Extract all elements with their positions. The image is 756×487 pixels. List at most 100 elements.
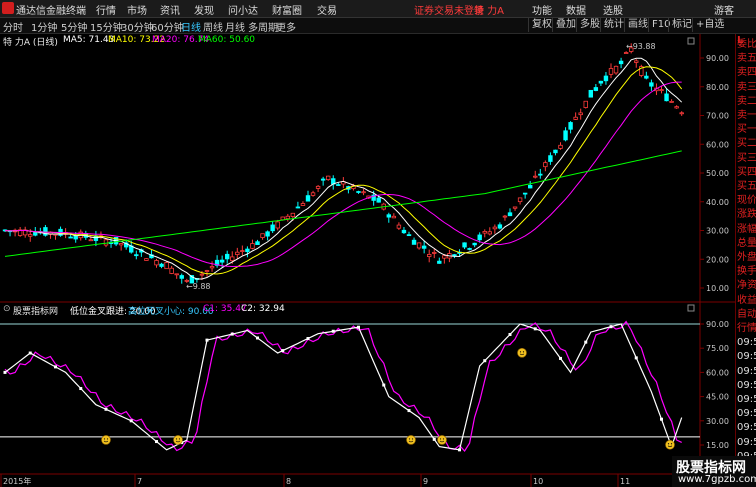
candle-body: [73, 235, 78, 240]
candle-body: [623, 52, 629, 54]
c2-marker: [205, 338, 209, 342]
sidebar-item[interactable]: 09:52: [737, 407, 756, 420]
sidebar-item[interactable]: 行情: [737, 322, 756, 335]
sidebar-item[interactable]: 卖三: [737, 81, 756, 94]
candle-body: [659, 89, 664, 92]
candle-body: [159, 263, 164, 267]
candle-body: [275, 221, 280, 229]
candle-body: [548, 155, 553, 162]
candle-body: [558, 144, 563, 149]
candle-body: [416, 242, 422, 249]
sidebar-item[interactable]: 买三: [737, 152, 756, 165]
sidebar-item[interactable]: 09:51: [737, 350, 756, 363]
candle-body: [260, 233, 265, 238]
candle-body: [679, 112, 684, 115]
candle-body: [103, 239, 109, 246]
smiley-eye: [522, 351, 525, 353]
smiley-eye: [411, 438, 414, 440]
candle-body: [250, 243, 255, 249]
sidebar-item[interactable]: 涨幅: [737, 223, 756, 236]
c2-marker: [357, 325, 360, 329]
osc-tick-label: 60.00: [706, 368, 729, 377]
candle-body: [245, 248, 250, 253]
date-label: 8: [286, 477, 291, 486]
sidebar-item[interactable]: 09:53: [737, 436, 756, 449]
date-label: 9: [423, 477, 428, 486]
c2-marker: [458, 448, 461, 452]
sidebar-item[interactable]: 卖五: [737, 52, 756, 65]
sidebar-item[interactable]: 09:51: [737, 336, 756, 349]
indicator-name[interactable]: 股票指标网: [13, 304, 58, 317]
sidebar-item[interactable]: 净资: [737, 279, 756, 292]
smiley-eye: [106, 438, 109, 440]
sidebar-item[interactable]: 买一: [737, 123, 756, 136]
sidebar-item[interactable]: 卖二: [737, 95, 756, 108]
candle-body: [674, 106, 679, 109]
sidebar-item[interactable]: 换手: [737, 265, 756, 278]
quote-sidebar: L 委比 卖五 卖四 卖三 卖二 卖一 买一 买二 买三 买四 买五 现价 涨跌 涨幅 总量 外盘 换手 净资 收益自…: [735, 34, 756, 486]
smiley-signal-icon: [173, 435, 183, 445]
c2-marker: [230, 332, 234, 336]
c2-line: [4, 323, 683, 451]
candle-body: [538, 173, 543, 176]
osc-tick-label: 75.00: [706, 344, 729, 353]
candle-body: [442, 255, 447, 259]
sidebar-item[interactable]: 涨跌: [737, 208, 756, 221]
candle-body: [154, 260, 159, 266]
candle-body: [179, 275, 184, 279]
candle-body: [255, 241, 260, 245]
price-tick-label: 50.00: [706, 169, 729, 178]
sidebar-item[interactable]: 09:52: [737, 365, 756, 378]
candle-body: [88, 239, 94, 242]
candle-body: [598, 80, 604, 84]
kline-chart[interactable]: 90.00 80.00 70.00 60.00 50.00 40.00 30.00 20.00…: [0, 0, 735, 487]
c2-marker: [533, 327, 537, 331]
indicator-dot-icon[interactable]: ⊙: [3, 304, 11, 314]
price-tick-label: 60.00: [706, 140, 729, 149]
candle-body: [285, 215, 290, 220]
candle-body: [305, 195, 311, 202]
stock-period-title: 特 力A (日线): [3, 38, 58, 48]
ma-legend: 特 力A (日线) MA5: 71.43 MA10: 73.22 MA20: 7…: [0, 35, 700, 48]
low-annotation: ←9.88: [186, 282, 211, 291]
indicator-legend: ⊙ 股票指标网 低位金叉跟进: 20.00 高位死叉小心: 90.00 C1: …: [0, 304, 700, 317]
candle-body: [432, 252, 437, 254]
c2-marker: [331, 329, 335, 333]
candle-body: [406, 234, 412, 237]
sidebar-item[interactable]: 卖四: [737, 66, 756, 79]
candle-body: [164, 262, 169, 270]
candle-body: [219, 259, 225, 263]
sidebar-item[interactable]: 收益: [737, 294, 756, 307]
candle-body: [477, 234, 482, 241]
sidebar-item[interactable]: 09:52: [737, 393, 756, 406]
candle-body: [664, 93, 669, 102]
candle-body: [144, 258, 149, 261]
c2-marker: [407, 409, 411, 413]
sidebar-item[interactable]: 卖一: [737, 109, 756, 122]
price-tick-label: 30.00: [706, 227, 729, 236]
candle-body: [573, 116, 578, 120]
sidebar-item[interactable]: 现价: [737, 194, 756, 207]
sidebar-item[interactable]: 09:52: [737, 379, 756, 392]
watermark-url: www.7gpzb.com: [678, 474, 756, 485]
candle-body: [235, 251, 240, 255]
sidebar-item[interactable]: 总量: [737, 237, 756, 250]
high-dead-value: 高位死叉小心: 90.00: [128, 307, 214, 317]
candle-body: [209, 266, 215, 269]
c2-marker: [634, 356, 638, 360]
candle-body: [421, 245, 427, 249]
sidebar-item[interactable]: 外盘: [737, 251, 756, 264]
sidebar-item[interactable]: 买二: [737, 137, 756, 150]
candle-body: [396, 224, 402, 229]
candle-body: [644, 75, 649, 79]
sidebar-item[interactable]: 委比: [737, 38, 756, 51]
candle-body: [290, 212, 296, 217]
smiley-eye: [519, 351, 522, 353]
sidebar-item[interactable]: 买五: [737, 180, 756, 193]
candle-body: [634, 60, 639, 63]
sidebar-item[interactable]: 09:53: [737, 421, 756, 434]
sidebar-item[interactable]: 买四: [737, 166, 756, 179]
candle-body: [320, 178, 326, 181]
sidebar-item[interactable]: 自动: [737, 308, 756, 321]
c2-marker: [382, 383, 386, 387]
